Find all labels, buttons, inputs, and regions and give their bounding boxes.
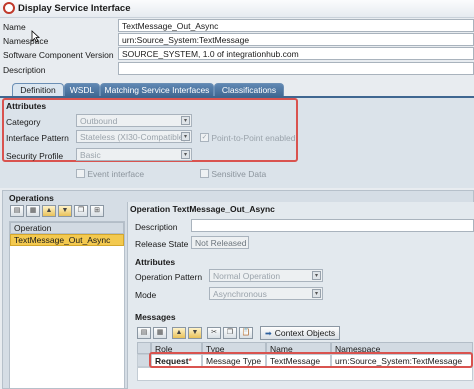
p2p-checkbox-row: ✓ Point-to-Point enabled xyxy=(200,132,296,143)
p2p-label: Point-to-Point enabled xyxy=(211,132,296,143)
namespace-field[interactable]: urn:Source_System:TextMessage xyxy=(118,33,474,46)
security-profile-label: Security Profile xyxy=(6,151,64,161)
description-label: Description xyxy=(3,65,46,75)
category-select[interactable]: Outbound ▾ xyxy=(76,114,192,127)
chevron-down-icon: ▾ xyxy=(181,132,190,141)
operations-list: Operation TextMessage_Out_Async xyxy=(9,221,125,389)
operation-pattern-label: Operation Pattern xyxy=(135,272,203,282)
context-objects-button[interactable]: ➡ Context Objects xyxy=(260,326,341,340)
name-field[interactable]: TextMessage_Out_Async xyxy=(118,19,474,32)
event-interface-row: Event interface xyxy=(76,168,144,179)
swcv-label: Software Component Version xyxy=(3,50,114,60)
grid-view-icon[interactable]: ▤ xyxy=(137,327,151,339)
paste-icon[interactable]: 📋 xyxy=(239,327,253,339)
operation-pattern-select[interactable]: Normal Operation ▾ xyxy=(209,269,323,282)
grid-view-icon[interactable]: ▤ xyxy=(10,205,24,217)
insert-row-icon[interactable]: ⊞ xyxy=(90,205,104,217)
category-label: Category xyxy=(6,117,41,127)
empty-row xyxy=(137,367,473,381)
op-description-label: Description xyxy=(135,222,178,232)
release-state-field[interactable]: Not Released xyxy=(191,236,249,249)
chevron-down-icon: ▾ xyxy=(312,271,321,280)
move-up-icon[interactable]: ▲ xyxy=(42,205,56,217)
message-row-highlight xyxy=(149,352,473,368)
move-up-icon[interactable]: ▲ xyxy=(172,327,186,339)
attributes-heading: Attributes xyxy=(6,101,47,111)
move-down-icon[interactable]: ▼ xyxy=(188,327,202,339)
sensitive-data-row: Sensitive Data xyxy=(200,168,266,179)
tab-wsdl[interactable]: WSDL xyxy=(64,83,100,97)
tab-classifications[interactable]: Classifications xyxy=(214,83,284,97)
chevron-down-icon: ▾ xyxy=(181,150,190,159)
release-state-label: Release State xyxy=(135,239,189,249)
sensitive-data-checkbox[interactable] xyxy=(200,169,209,179)
interface-pattern-select[interactable]: Stateless (XI30-Compatible) ▾ xyxy=(76,130,192,143)
window-title: Display Service Interface xyxy=(18,3,131,14)
chevron-down-icon: ▾ xyxy=(312,289,321,298)
description-field[interactable] xyxy=(118,62,474,75)
mode-select[interactable]: Asynchronous ▾ xyxy=(209,287,323,300)
mode-label: Mode xyxy=(135,290,157,300)
context-objects-label: Context Objects xyxy=(274,328,336,338)
operations-heading: Operations xyxy=(9,193,54,203)
arrow-right-icon: ➡ xyxy=(265,328,272,338)
event-interface-checkbox[interactable] xyxy=(76,169,85,179)
swcv-field[interactable]: SOURCE_SYSTEM, 1.0 of integrationhub.com xyxy=(118,47,474,60)
op-attributes-heading: Attributes xyxy=(135,257,176,267)
operation-title: Operation TextMessage_Out_Async xyxy=(130,204,275,214)
op-description-field[interactable] xyxy=(191,219,474,232)
p2p-checkbox[interactable]: ✓ xyxy=(200,133,209,143)
copy-icon[interactable]: ❐ xyxy=(223,327,237,339)
app-icon xyxy=(3,2,15,14)
cut-icon[interactable]: ✂ xyxy=(207,327,221,339)
tab-definition[interactable]: Definition xyxy=(12,83,64,97)
messages-heading: Messages xyxy=(135,312,176,322)
name-label: Name xyxy=(3,22,26,32)
grid-edit-icon[interactable]: ▦ xyxy=(26,205,40,217)
event-interface-label: Event interface xyxy=(87,168,145,179)
operations-list-header: Operation xyxy=(10,222,124,234)
move-down-icon[interactable]: ▼ xyxy=(58,205,72,217)
namespace-label: Namespace xyxy=(3,36,49,46)
mouse-cursor-icon xyxy=(31,30,40,43)
copy-icon[interactable]: ❐ xyxy=(74,205,88,217)
sensitive-data-label: Sensitive Data xyxy=(211,168,267,179)
operation-item[interactable]: TextMessage_Out_Async xyxy=(10,234,124,246)
tab-matching-service-interfaces[interactable]: Matching Service Interfaces xyxy=(100,83,214,97)
security-profile-select[interactable]: Basic ▾ xyxy=(76,148,192,161)
operations-toolbar: ▤ ▦ ▲ ▼ ❐ ⊞ xyxy=(10,205,104,217)
chevron-down-icon: ▾ xyxy=(181,116,190,125)
interface-pattern-label: Interface Pattern xyxy=(6,133,69,143)
title-bar: Display Service Interface xyxy=(0,0,474,18)
grid-edit-icon[interactable]: ▦ xyxy=(153,327,167,339)
messages-toolbar: ▤ ▦ ▲ ▼ ✂ ❐ 📋 ➡ Context Objects xyxy=(137,326,341,340)
